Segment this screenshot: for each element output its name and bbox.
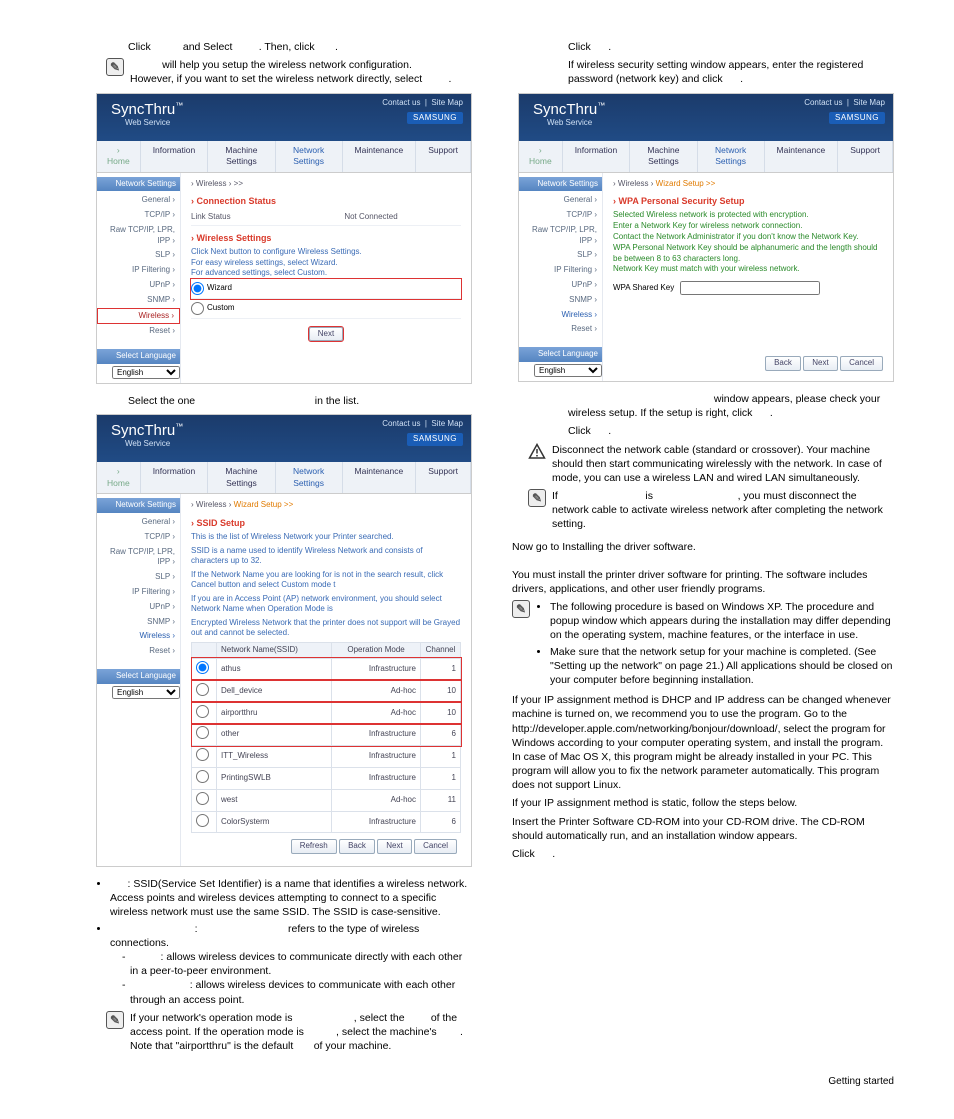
sidebar-item[interactable]: Reset › [97,324,180,339]
table-row[interactable]: airportthruAd-hoc10 [192,702,461,724]
driver-para: You must install the printer driver soft… [512,568,894,596]
step8-click: Click [128,41,151,53]
tab-home[interactable]: › Home [97,141,141,172]
tab-machine-settings[interactable]: Machine Settings [208,141,275,172]
note3-text: If is , you must disconnect the network … [552,489,894,532]
step11-line: window appears, please check your wirele… [568,392,894,420]
note-icon: ✎ [106,58,124,76]
sidebar-item[interactable]: UPnP › [97,278,180,293]
table-row[interactable]: athusInfrastructure1 [192,658,461,680]
table-row[interactable]: otherInfrastructure6 [192,724,461,746]
table-row[interactable]: westAd-hoc11 [192,789,461,811]
syncthru-panel-3: Contact us | Site Map SAMSUNG SyncThru™W… [518,93,894,383]
ssid-table: Network Name(SSID) Operation Mode Channe… [191,642,461,833]
section-wireless-settings: › Wireless Settings [191,232,461,244]
static-para: If your IP assignment method is static, … [512,796,894,810]
tab-support[interactable]: Support [416,141,471,172]
warning-icon [528,443,546,461]
language-select[interactable]: English [112,366,180,379]
step12-line: Click . [568,424,894,438]
page-footer: Getting started [90,1075,894,1089]
cancel-button[interactable]: Cancel [414,839,457,854]
step10-line: Click . [568,40,894,54]
note1-text: will help you setup the wireless network… [130,58,472,86]
syncthru-panel-2: Contact us | Site Map SAMSUNG SyncThru™W… [96,414,472,867]
wpa-shared-key-input[interactable] [680,281,820,295]
sidebar-item[interactable]: Raw TCP/IP, LPR, IPP › [97,223,180,249]
section-connection-status: › Connection Status [191,195,461,207]
samsung-badge: SAMSUNG [407,112,463,125]
back-button[interactable]: Back [339,839,375,854]
sidebar-item-wireless[interactable]: Wireless › [97,308,180,325]
ssid-explain: : SSID(Service Set Identifier) is a name… [96,877,472,1007]
note2-text: If your network's operation mode is , se… [130,1011,472,1054]
sidebar-item[interactable]: IP Filtering › [97,263,180,278]
warning-text: Disconnect the network cable (standard o… [552,443,894,486]
back-button[interactable]: Back [765,356,801,371]
table-row[interactable]: ITT_WirelessInfrastructure1 [192,746,461,768]
tab-information[interactable]: Information [141,141,209,172]
table-row[interactable]: PrintingSWLBInfrastructure1 [192,767,461,789]
tab-maintenance[interactable]: Maintenance [343,141,417,172]
next-button[interactable]: Next [309,327,343,342]
note-icon: ✎ [528,489,546,507]
driver-bullets: The following procedure is based on Wind… [536,600,894,689]
radio-wizard[interactable]: Wizard [191,279,461,299]
sidebar-item[interactable]: SLP › [97,248,180,263]
next-button[interactable]: Next [377,839,411,854]
goto-driver: Now go to Installing the driver software… [512,540,894,554]
table-row[interactable]: ColorSystermInfrastructure6 [192,811,461,833]
cancel-button[interactable]: Cancel [840,356,883,371]
next-button[interactable]: Next [803,356,837,371]
note-icon: ✎ [106,1011,124,1029]
sidebar-item[interactable]: General › [97,193,180,208]
sidebar-item[interactable]: SNMP › [97,293,180,308]
install-step1: Insert the Printer Software CD-ROM into … [512,815,894,843]
note-icon: ✎ [512,600,530,618]
breadcrumb: › Wireless › >> [191,179,461,190]
table-row[interactable]: Dell_deviceAd-hoc10 [192,680,461,702]
refresh-button[interactable]: Refresh [291,839,337,854]
radio-custom[interactable]: Custom [191,299,461,319]
step8-select: and Select [183,41,233,53]
tab-bar: › Home Information Machine Settings Netw… [97,141,471,173]
step8-then: . Then, click [259,41,315,53]
step9-line: Select the one in the list. [128,394,472,408]
install-step2: Click . [512,847,894,861]
step8-line: Click and Select . Then, click . [128,40,472,54]
dhcp-para: If your IP assignment method is DHCP and… [512,693,894,792]
sidebar-item[interactable]: TCP/IP › [97,208,180,223]
wpa-label: WPA Shared Key [613,283,674,294]
tab-network-settings[interactable]: Network Settings [276,141,343,172]
syncthru-panel-1: Contact us | Site Map SAMSUNG SyncThru™W… [96,93,472,385]
sidebar: Network Settings General › TCP/IP › Raw … [97,173,181,384]
